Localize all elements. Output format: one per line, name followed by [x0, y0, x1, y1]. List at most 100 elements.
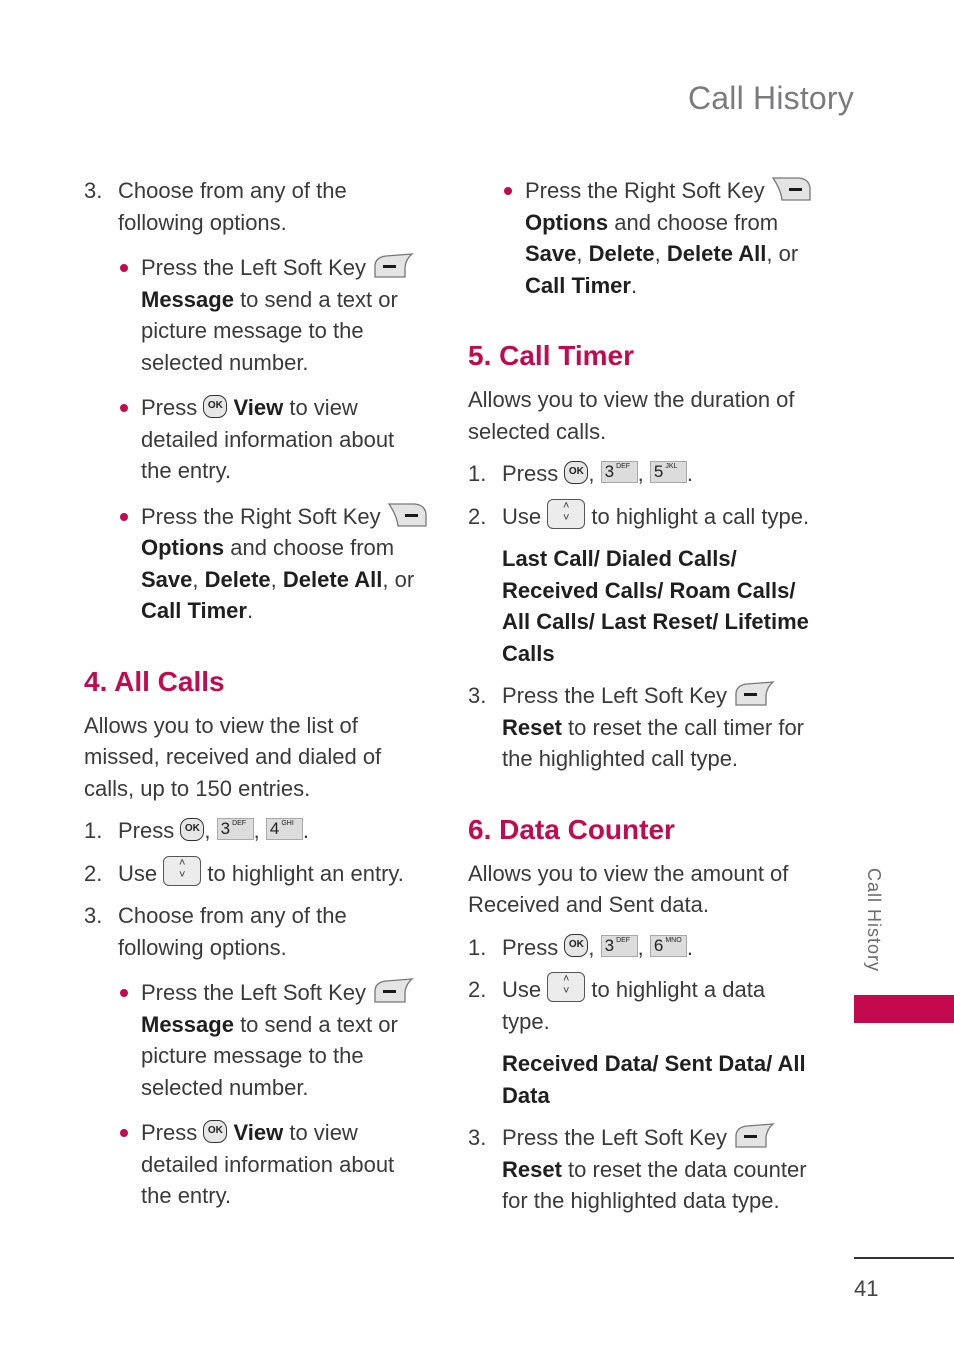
- step-item: 2. Use ˄ ˅ to highlight a data type.: [468, 972, 813, 1037]
- option-delete-all: Delete All: [666, 241, 767, 266]
- bullet-icon: [120, 512, 128, 521]
- step-text: Press the Left Soft Key: [502, 1125, 728, 1150]
- key-digit: 3: [220, 819, 231, 839]
- bullet-item: Press the Left Soft Key Message to send …: [84, 977, 429, 1103]
- step-number: 2.: [84, 860, 103, 886]
- key-3-def-icon: 3 DEF: [600, 934, 638, 957]
- step-text: Choose from any of the following options…: [118, 178, 347, 235]
- page-title: Call History: [688, 80, 854, 116]
- step-item: 2. Use ˄ ˅ to highlight an entry.: [84, 855, 429, 890]
- bold-term: Reset: [502, 714, 562, 740]
- left-soft-key-icon: [372, 253, 414, 279]
- bold-term: Options: [525, 209, 609, 235]
- key-digit: 4: [269, 819, 280, 839]
- bold-term: Options: [141, 535, 225, 560]
- step-text: Choose from any of the following options…: [118, 903, 347, 960]
- nav-up-icon: ˄: [179, 856, 186, 869]
- step-text: to highlight an entry.: [207, 860, 404, 886]
- bullet-text: Press the Left Soft Key: [141, 255, 373, 280]
- step-text: Use: [502, 977, 542, 1002]
- key-letters: MNO: [665, 936, 682, 944]
- ok-key-icon: OK: [203, 1119, 228, 1143]
- period: .: [630, 272, 638, 298]
- separator: ,: [192, 566, 205, 592]
- key-letters: DEF: [232, 820, 247, 828]
- option-list: Received Data/ Sent Data/ All Data: [468, 1048, 813, 1111]
- nav-up-icon: ˄: [563, 973, 570, 986]
- nav-down-icon: ˅: [563, 511, 570, 524]
- bullet-item: Press OK View to view detailed informati…: [84, 392, 429, 487]
- step-item: 3. Choose from any of the following opti…: [84, 900, 429, 963]
- step-text: to highlight a call type.: [591, 503, 810, 529]
- bold-term: Message: [141, 286, 234, 312]
- bold-term: View: [233, 1120, 284, 1145]
- side-tab-bar: [854, 995, 954, 1023]
- right-soft-key-icon: [387, 502, 429, 528]
- key-digit: 5: [653, 462, 664, 482]
- bold-term: View: [233, 395, 284, 420]
- key-6-mno-icon: 6 MNO: [649, 934, 687, 957]
- step-item: 1. Press OK, 3 DEF, 5 JKL.: [468, 458, 813, 490]
- footer-divider: [854, 1257, 954, 1259]
- key-digit: 3: [604, 935, 615, 955]
- step-number: 1.: [468, 934, 487, 960]
- bullet-item: Press the Left Soft Key Message to send …: [84, 252, 429, 378]
- left-soft-key-icon: [733, 1123, 775, 1149]
- step-number: 2.: [468, 503, 487, 529]
- option-call-timer: Call Timer: [525, 272, 631, 298]
- period: .: [246, 598, 254, 623]
- bullet-icon: [504, 187, 512, 195]
- nav-down-icon: ˅: [179, 868, 186, 881]
- option-list: Last Call/ Dialed Calls/ Received Calls/…: [468, 543, 813, 669]
- data-types-list: Received Data/ Sent Data/ All Data: [502, 1051, 806, 1108]
- ok-key-icon: OK: [203, 394, 228, 418]
- option-save: Save: [525, 241, 577, 266]
- step-item: 1. Press OK, 3 DEF, 4 GHI.: [84, 815, 429, 847]
- step-number: 1.: [468, 461, 487, 486]
- key-digit: 6: [653, 935, 664, 955]
- step-number: 3.: [84, 178, 103, 203]
- separator: ,: [654, 241, 667, 266]
- left-soft-key-icon: [733, 681, 775, 707]
- step-item: 3. Press the Left Soft Key Reset to rese…: [468, 1122, 813, 1217]
- bullet-text: Press the Right Soft Key: [525, 178, 771, 203]
- bullet-icon: [120, 404, 128, 412]
- section-heading-call-timer: 5. Call Timer: [468, 340, 635, 371]
- separator: ,: [576, 241, 589, 266]
- nav-down-icon: ˅: [563, 985, 570, 998]
- key-letters: DEF: [616, 936, 631, 944]
- step-item: 3. Choose from any of the following opti…: [84, 175, 429, 238]
- step-item: 2. Use ˄ ˅ to highlight a call type.: [468, 498, 813, 533]
- bullet-icon: [120, 1129, 128, 1137]
- key-4-ghi-icon: 4 GHI: [265, 818, 303, 841]
- bullet-text: Press the Left Soft Key: [141, 980, 373, 1005]
- separator: ,: [270, 566, 283, 592]
- step-text: Use: [502, 503, 542, 529]
- nav-key-icon: ˄ ˅: [163, 855, 202, 886]
- nav-key-icon: ˄ ˅: [547, 972, 586, 1003]
- right-soft-key-icon: [771, 176, 813, 202]
- step-text: Use: [118, 860, 158, 886]
- step-text: Press: [502, 461, 559, 486]
- side-tab-label: Call History: [864, 868, 884, 973]
- section-intro: Allows you to view the duration of selec…: [468, 387, 795, 444]
- bold-term: Message: [141, 1011, 234, 1037]
- bullet-text: and choose from: [608, 209, 779, 235]
- left-soft-key-icon: [372, 978, 414, 1004]
- right-column: Press the Right Soft Key Options and cho…: [468, 175, 813, 1217]
- left-column: 3. Choose from any of the following opti…: [84, 175, 429, 1212]
- bullet-icon: [120, 989, 128, 997]
- section-intro: Allows you to view the list of missed, r…: [84, 712, 382, 801]
- key-5-jkl-icon: 5 JKL: [649, 461, 687, 484]
- key-3-def-icon: 3 DEF: [216, 818, 254, 841]
- step-text: Press the Left Soft Key: [502, 683, 728, 708]
- key-letters: GHI: [281, 820, 294, 828]
- page-number: 41: [854, 1276, 879, 1301]
- step-item: 1. Press OK, 3 DEF, 6 MNO.: [468, 932, 813, 964]
- bullet-item: Press OK View to view detailed informati…: [84, 1117, 429, 1212]
- ok-key-icon: OK: [564, 460, 589, 484]
- step-item: 3. Press the Left Soft Key Reset to rese…: [468, 680, 813, 775]
- step-number: 3.: [468, 1125, 487, 1150]
- key-letters: JKL: [665, 463, 678, 471]
- call-types-list: Last Call/ Dialed Calls/ Received Calls/…: [502, 546, 809, 666]
